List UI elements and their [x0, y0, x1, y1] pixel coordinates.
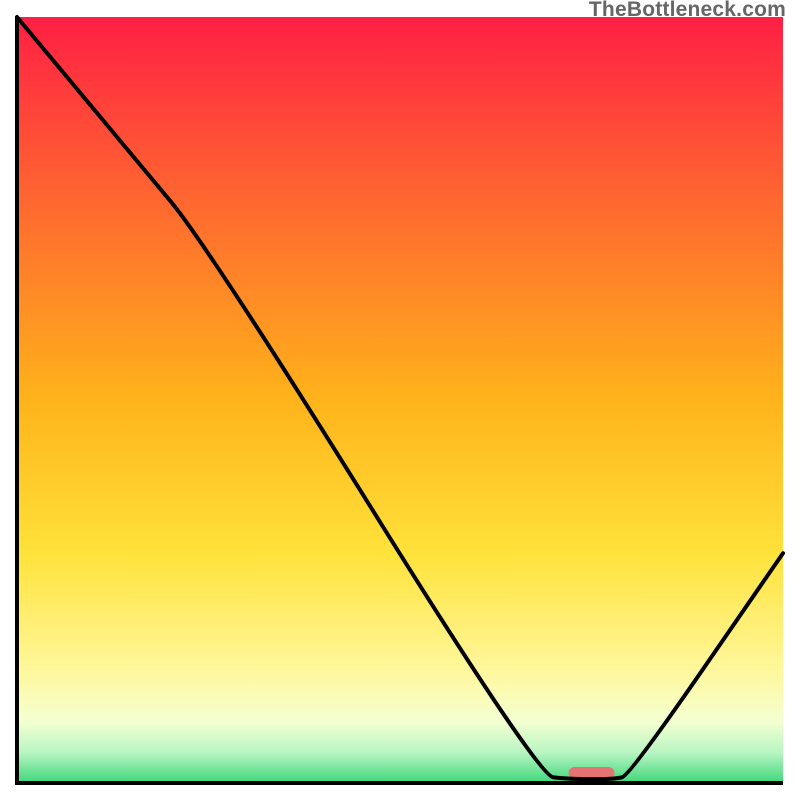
chart-svg	[14, 14, 786, 786]
plot-area	[14, 14, 786, 786]
chart-container: TheBottleneck.com	[0, 0, 800, 800]
gradient-background	[17, 17, 783, 783]
watermark-text: TheBottleneck.com	[589, 0, 786, 22]
